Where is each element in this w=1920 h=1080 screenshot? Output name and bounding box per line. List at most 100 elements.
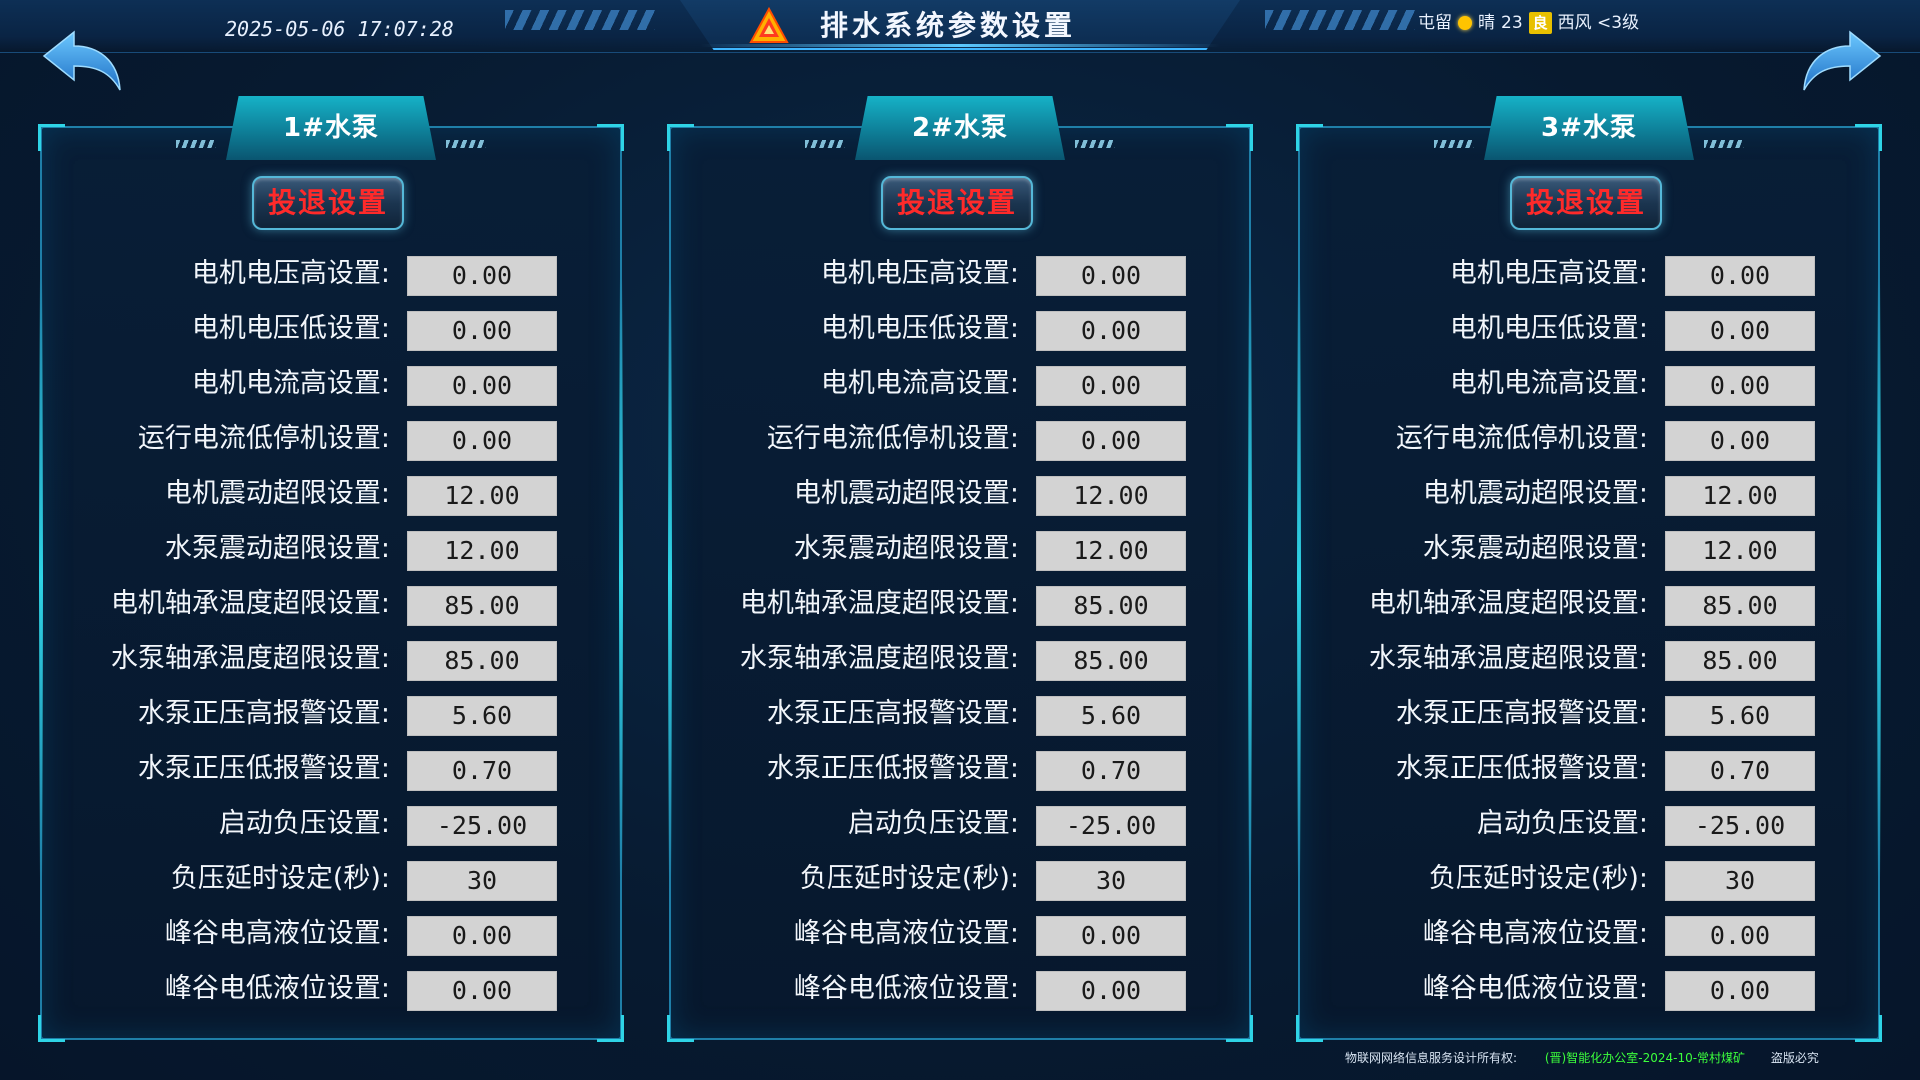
- page-title: 排水系统参数设置: [820, 9, 1077, 42]
- param-value-input[interactable]: 85.00: [1665, 586, 1815, 626]
- param-row: 负压延时设定(秒): 30: [1298, 859, 1880, 914]
- param-value-input[interactable]: 85.00: [1665, 641, 1815, 681]
- toggle-settings-button[interactable]: 投退设置: [881, 176, 1033, 230]
- param-value-input[interactable]: 85.00: [407, 586, 557, 626]
- param-value-input[interactable]: 0.00: [407, 916, 557, 956]
- param-row: 峰谷电高液位设置: 0.00: [1298, 914, 1880, 969]
- weather-condition: 晴: [1478, 13, 1495, 33]
- param-value-input[interactable]: 0.00: [407, 311, 557, 351]
- forward-arrow-icon[interactable]: [1800, 28, 1884, 98]
- param-value-input[interactable]: 12.00: [1036, 531, 1186, 571]
- param-value-input[interactable]: 0.00: [407, 256, 557, 296]
- param-label: 电机轴承温度超限设置:: [1368, 588, 1648, 619]
- pump-panel-2: 2#水泵 投退设置 电机电压高设置: 0.00 电机电压低设置: 0.00 电机电流高设…: [667, 96, 1253, 1042]
- param-label: 启动负压设置:: [847, 808, 1019, 839]
- param-value-input[interactable]: 0.00: [407, 366, 557, 406]
- param-label: 峰谷电高液位设置:: [164, 918, 390, 949]
- param-value-input[interactable]: 0.00: [1036, 916, 1186, 956]
- param-value-input[interactable]: -25.00: [1665, 806, 1815, 846]
- param-label: 运行电流低停机设置:: [137, 423, 390, 454]
- param-value-input[interactable]: 12.00: [1665, 476, 1815, 516]
- param-value-input[interactable]: 85.00: [407, 641, 557, 681]
- param-value-input[interactable]: 12.00: [407, 531, 557, 571]
- param-label: 水泵震动超限设置:: [793, 533, 1019, 564]
- param-value-input[interactable]: 12.00: [407, 476, 557, 516]
- param-label: 水泵正压低报警设置:: [766, 753, 1019, 784]
- param-value-input[interactable]: 0.00: [1665, 311, 1815, 351]
- tab-deco-right: [446, 140, 486, 148]
- panel-corner: [1296, 124, 1323, 151]
- param-row: 电机轴承温度超限设置: 85.00: [669, 584, 1251, 639]
- param-value-input[interactable]: -25.00: [407, 806, 557, 846]
- param-label: 峰谷电低液位设置:: [164, 973, 390, 1004]
- param-label: 水泵正压高报警设置:: [137, 698, 390, 729]
- param-row: 峰谷电低液位设置: 0.00: [669, 969, 1251, 1024]
- param-value-input[interactable]: 5.60: [1036, 696, 1186, 736]
- param-label: 电机电流高设置:: [191, 368, 390, 399]
- footer-rights: 盗版必究: [1770, 1051, 1819, 1065]
- param-row: 电机电压低设置: 0.00: [40, 309, 622, 364]
- param-label: 水泵正压低报警设置:: [1395, 753, 1648, 784]
- param-value-input[interactable]: 0.70: [1665, 751, 1815, 791]
- param-value-input[interactable]: 30: [1036, 861, 1186, 901]
- param-value-input[interactable]: 12.00: [1665, 531, 1815, 571]
- toggle-settings-button[interactable]: 投退设置: [252, 176, 404, 230]
- param-value-input[interactable]: 0.00: [1665, 421, 1815, 461]
- sun-icon: [1458, 16, 1472, 30]
- param-row: 水泵震动超限设置: 12.00: [669, 529, 1251, 584]
- param-row: 峰谷电高液位设置: 0.00: [40, 914, 622, 969]
- param-list: 电机电压高设置: 0.00 电机电压低设置: 0.00 电机电流高设置: 0.00 运行电流…: [669, 254, 1251, 1024]
- param-row: 运行电流低停机设置: 0.00: [669, 419, 1251, 474]
- param-label: 水泵正压低报警设置:: [137, 753, 390, 784]
- panel-corner: [1855, 124, 1882, 151]
- param-label: 电机震动超限设置:: [164, 478, 390, 509]
- param-label: 峰谷电低液位设置:: [1422, 973, 1648, 1004]
- param-value-input[interactable]: 0.70: [407, 751, 557, 791]
- param-row: 水泵轴承温度超限设置: 85.00: [669, 639, 1251, 694]
- param-value-input[interactable]: 5.60: [407, 696, 557, 736]
- param-label: 水泵震动超限设置:: [164, 533, 390, 564]
- param-label: 电机电流高设置:: [1449, 368, 1648, 399]
- toggle-settings-button[interactable]: 投退设置: [1510, 176, 1662, 230]
- param-value-input[interactable]: 0.00: [1036, 366, 1186, 406]
- weather-widget: 屯留 晴 23 良 西风 <3级: [1418, 10, 1639, 36]
- param-value-input[interactable]: 0.00: [1036, 256, 1186, 296]
- param-value-input[interactable]: 0.00: [1665, 916, 1815, 956]
- param-value-input[interactable]: 0.00: [407, 971, 557, 1011]
- param-label: 运行电流低停机设置:: [766, 423, 1019, 454]
- param-label: 水泵轴承温度超限设置:: [1368, 643, 1648, 674]
- header: 排水系统参数设置 2025-05-06 17:07:28 屯留 晴 23 良 西…: [0, 0, 1920, 91]
- param-value-input[interactable]: 0.00: [407, 421, 557, 461]
- param-value-input[interactable]: 85.00: [1036, 586, 1186, 626]
- param-value-input[interactable]: 0.00: [1036, 311, 1186, 351]
- param-row: 电机震动超限设置: 12.00: [669, 474, 1251, 529]
- param-value-input[interactable]: 30: [1665, 861, 1815, 901]
- param-value-input[interactable]: 30: [407, 861, 557, 901]
- param-label: 运行电流低停机设置:: [1395, 423, 1648, 454]
- param-row: 水泵正压高报警设置: 5.60: [40, 694, 622, 749]
- param-row: 启动负压设置: -25.00: [1298, 804, 1880, 859]
- param-value-input[interactable]: -25.00: [1036, 806, 1186, 846]
- back-arrow-icon[interactable]: [40, 28, 124, 98]
- param-value-input[interactable]: 0.00: [1036, 971, 1186, 1011]
- param-value-input[interactable]: 0.00: [1665, 971, 1815, 1011]
- param-label: 电机轴承温度超限设置:: [739, 588, 1019, 619]
- param-row: 负压延时设定(秒): 30: [40, 859, 622, 914]
- param-value-input[interactable]: 0.00: [1036, 421, 1186, 461]
- param-row: 水泵正压低报警设置: 0.70: [40, 749, 622, 804]
- param-label: 水泵震动超限设置:: [1422, 533, 1648, 564]
- triangle-logo-icon: [749, 6, 789, 43]
- param-value-input[interactable]: 0.00: [1665, 256, 1815, 296]
- param-value-input[interactable]: 0.00: [1665, 366, 1815, 406]
- param-label: 电机电压高设置:: [820, 258, 1019, 289]
- param-list: 电机电压高设置: 0.00 电机电压低设置: 0.00 电机电流高设置: 0.00 运行电流…: [40, 254, 622, 1024]
- param-value-input[interactable]: 0.70: [1036, 751, 1186, 791]
- param-value-input[interactable]: 5.60: [1665, 696, 1815, 736]
- param-label: 电机电压低设置:: [1449, 313, 1648, 344]
- param-label: 水泵正压高报警设置:: [766, 698, 1019, 729]
- param-label: 负压延时设定(秒):: [170, 863, 390, 894]
- param-label: 电机电压低设置:: [820, 313, 1019, 344]
- param-value-input[interactable]: 85.00: [1036, 641, 1186, 681]
- param-value-input[interactable]: 12.00: [1036, 476, 1186, 516]
- footer-project: (晋)智能化办公室-2024-10-常村煤矿: [1544, 1051, 1746, 1065]
